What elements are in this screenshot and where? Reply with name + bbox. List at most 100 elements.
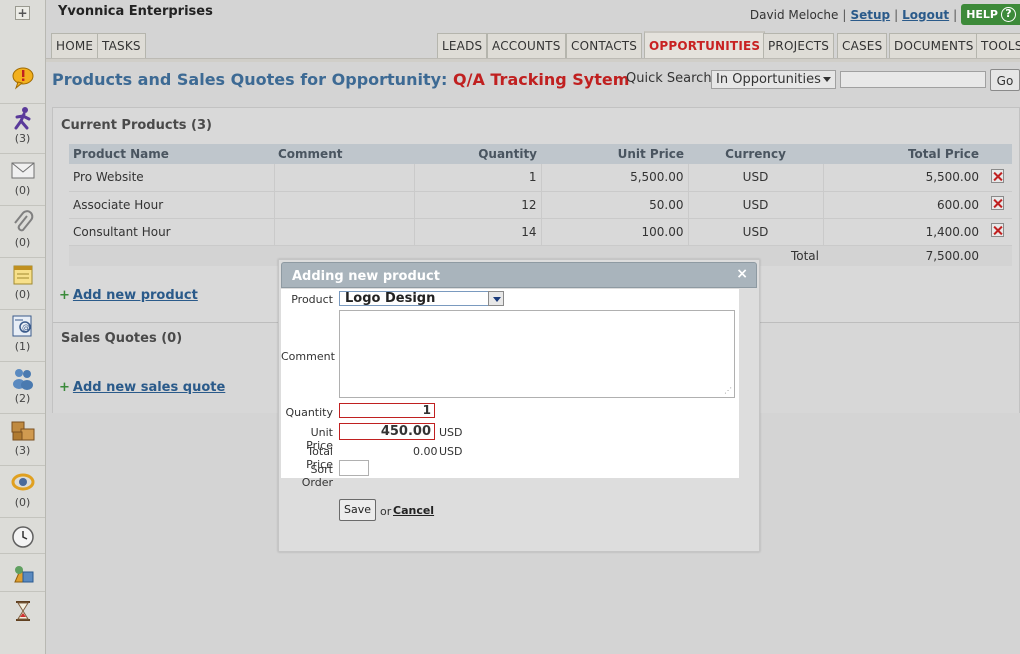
- speech-bubble-alert-icon: [12, 67, 33, 90]
- save-button[interactable]: Save: [339, 499, 376, 521]
- quantity-label: Quantity: [285, 406, 333, 419]
- search-scope-value: In Opportunities: [716, 72, 821, 87]
- or-text: or: [380, 505, 392, 518]
- cell-unit-price: 50.00: [541, 191, 689, 219]
- resize-grip-icon[interactable]: ⋰: [724, 386, 732, 395]
- cell-quantity: 1: [414, 164, 542, 192]
- setup-link[interactable]: Setup: [850, 8, 890, 22]
- cell-product-name: Pro Website: [69, 164, 275, 192]
- tab-tools[interactable]: TOOLS: [976, 33, 1020, 58]
- plus-icon: +: [59, 380, 70, 395]
- page-title-prefix: Products and Sales Quotes for Opportunit…: [52, 70, 448, 89]
- page-title: Products and Sales Quotes for Opportunit…: [52, 70, 629, 89]
- comment-textarea[interactable]: ⋰: [339, 310, 735, 398]
- cell-comment: [274, 218, 415, 246]
- add-new-product-link[interactable]: + Add new product: [59, 288, 198, 303]
- shapes-icon: [13, 566, 33, 583]
- close-icon[interactable]: ×: [736, 266, 748, 282]
- col-total-price: Total Price: [823, 144, 983, 164]
- products-table: Product Name Comment Quantity Unit Price…: [69, 144, 1012, 266]
- plus-icon: +: [59, 288, 70, 303]
- unit-price-currency: USD: [439, 426, 463, 439]
- col-comment: Comment: [274, 144, 414, 164]
- tab-bar-line: [46, 58, 1020, 62]
- delete-icon[interactable]: [991, 168, 1004, 183]
- product-select[interactable]: Logo Design: [339, 291, 504, 306]
- table-header-row: Product Name Comment Quantity Unit Price…: [69, 144, 1012, 164]
- cell-quantity: 14: [414, 218, 542, 246]
- sidebar-item-history[interactable]: [0, 522, 45, 554]
- col-unit-price: Unit Price: [541, 144, 688, 164]
- go-button[interactable]: Go: [990, 69, 1020, 91]
- chevron-down-icon: [823, 77, 831, 82]
- cell-comment: [274, 191, 415, 219]
- tab-projects[interactable]: PROJECTS: [763, 33, 835, 58]
- cell-product-name: Associate Hour: [69, 191, 275, 219]
- company-name: Yvonnica Enterprises: [58, 4, 213, 19]
- sales-quotes-title: Sales Quotes (0): [61, 331, 183, 346]
- tab-home[interactable]: HOME: [51, 33, 99, 58]
- tab-cases[interactable]: CASES: [837, 33, 888, 58]
- notepad-icon: [13, 265, 32, 285]
- chevron-down-icon[interactable]: [488, 291, 504, 306]
- cell-total-price: 5,500.00: [823, 164, 983, 192]
- delete-icon[interactable]: [991, 223, 1004, 237]
- svg-text:@: @: [22, 323, 30, 332]
- help-button[interactable]: HELP ?: [961, 4, 1020, 25]
- sidebar-item-timer[interactable]: [0, 596, 45, 630]
- cancel-link[interactable]: Cancel: [393, 504, 434, 517]
- sidebar-item-alerts[interactable]: [0, 66, 45, 104]
- target-ring-icon: [11, 473, 34, 491]
- table-row: Consultant Hour 14 100.00 USD 1,400.00: [69, 218, 1012, 246]
- dialog-title: Adding new product: [292, 269, 440, 284]
- sidebar-item-opportunities[interactable]: (0): [0, 470, 45, 518]
- search-scope-select[interactable]: In Opportunities: [711, 70, 836, 89]
- tab-contacts[interactable]: CONTACTS: [566, 33, 643, 58]
- comment-label: Comment: [281, 350, 335, 363]
- current-products-title: Current Products (3): [61, 118, 212, 133]
- col-quantity: Quantity: [414, 144, 541, 164]
- cell-quantity: 12: [414, 191, 542, 219]
- sidebar-item-people[interactable]: (2): [0, 366, 45, 414]
- tab-accounts[interactable]: ACCOUNTS: [487, 33, 566, 58]
- col-product-name: Product Name: [69, 144, 274, 164]
- logout-link[interactable]: Logout: [902, 8, 949, 22]
- sidebar-item-contacts[interactable]: @ (1): [0, 314, 45, 362]
- sort-order-label: Sort Order: [301, 463, 333, 489]
- cell-currency: USD: [688, 191, 824, 219]
- product-select-value: Logo Design: [345, 291, 436, 306]
- tab-opportunities[interactable]: OPPORTUNITIES: [644, 31, 766, 58]
- sort-order-input[interactable]: [339, 460, 369, 476]
- total-value: 7,500.00: [823, 245, 983, 266]
- envelope-icon: [11, 162, 34, 179]
- total-price-value: 0.00: [413, 445, 438, 458]
- dialog-form: Product Logo Design Comment ⋰ Quantity 1…: [281, 289, 739, 489]
- cell-unit-price: 5,500.00: [541, 164, 689, 192]
- user-bar: David Meloche | Setup | Logout | HELP ?: [750, 4, 1020, 25]
- delete-icon[interactable]: [991, 196, 1004, 210]
- unit-price-input[interactable]: 450.00: [339, 423, 435, 440]
- col-currency: Currency: [688, 144, 823, 164]
- add-new-sales-quote-link[interactable]: + Add new sales quote: [59, 380, 225, 395]
- tab-tasks[interactable]: TASKS: [97, 33, 146, 58]
- tab-documents[interactable]: DOCUMENTS: [889, 33, 979, 58]
- user-name: David Meloche: [749, 7, 839, 22]
- tab-leads[interactable]: LEADS: [437, 33, 488, 58]
- cell-currency: USD: [688, 218, 824, 246]
- running-person-icon: [14, 107, 30, 130]
- cell-unit-price: 100.00: [541, 218, 689, 246]
- sidebar-item-emails[interactable]: (0): [0, 158, 45, 206]
- question-icon: ?: [1001, 7, 1016, 22]
- sidebar-item-leads[interactable]: (3): [0, 106, 45, 154]
- sidebar-item-products[interactable]: (3): [0, 418, 45, 466]
- quantity-input[interactable]: 1: [339, 403, 435, 418]
- cell-total-price: 1,400.00: [823, 218, 983, 246]
- sidebar-item-notes[interactable]: (0): [0, 262, 45, 310]
- sidebar-item-shapes[interactable]: [0, 558, 45, 592]
- sidebar-item-attachments[interactable]: (0): [0, 210, 45, 258]
- add-icon[interactable]: +: [15, 6, 30, 20]
- hourglass-icon: [15, 601, 30, 621]
- search-input[interactable]: [840, 71, 986, 88]
- product-label: Product: [291, 293, 333, 306]
- boxes-icon: [11, 421, 34, 441]
